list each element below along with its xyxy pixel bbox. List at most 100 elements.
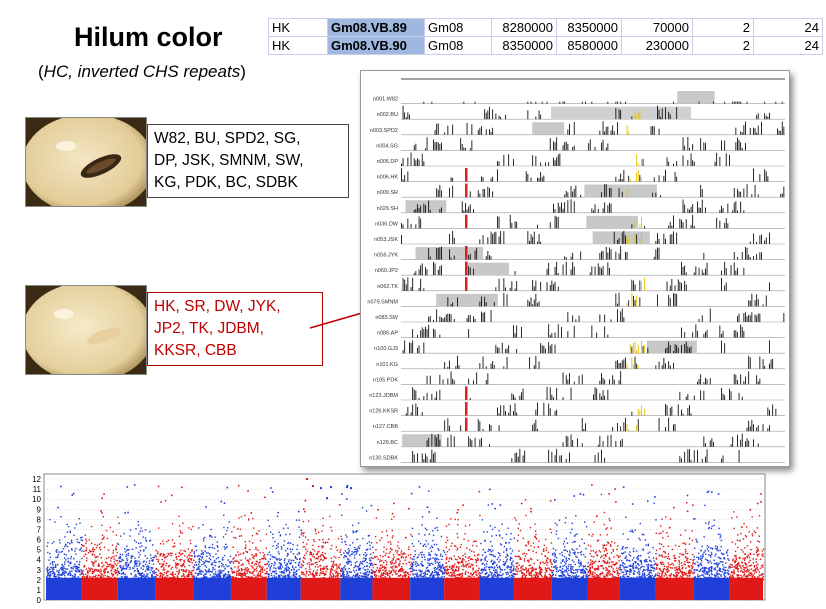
y-tick-label: 1 [37,586,42,595]
red-hilum-line-list: HK, SR, DW, JYK, JP2, TK, JDBM, KKSR, CB… [147,292,323,366]
seed-dark-hilum-image [25,117,147,207]
table-cell-len: 230000 [621,36,693,55]
track-row: n004.SG [376,136,785,151]
track-row: n062.TK [377,277,785,292]
track-row: n100.GJ3 [374,340,785,354]
chromosome-block [230,577,267,600]
y-tick-label: 2 [37,576,42,585]
variant-marker [465,386,468,400]
red-list-line: JP2, TK, JDBM, [154,320,264,337]
track-row: n083.SW [375,308,785,323]
chromosome-block [444,577,480,600]
track-label: n123.JDBM [369,393,398,399]
track-label: n001.W82 [373,97,398,103]
track-label: n129.BC [377,440,398,446]
track-row: n006.HK [377,168,785,182]
table-cell-n2: 24 [753,36,823,55]
track-row: n123.JDBM [369,386,785,401]
y-tick-label: 11 [33,485,42,494]
track-row: n003.SPD2 [370,121,785,136]
track-label: n053.JSK [374,237,398,243]
track-label: n004.SG [376,143,398,149]
table-cell-chr: Gm08 [424,18,492,37]
chromosome-block [410,577,445,600]
track-label: n079.SMNM [367,299,398,305]
table-cell-id: Gm08.VB.89 [327,18,425,37]
table-cell-id: Gm08.VB.90 [327,36,425,55]
track-row: n001.W82 [373,91,785,104]
variant-marker [465,246,468,260]
track-row: n129.BC [377,433,785,448]
chromosome-block [155,577,194,600]
page-subtitle: (HC, inverted CHS repeats) [38,62,246,82]
table-cell-chr: Gm08 [424,36,492,55]
table-row: HK Gm08.VB.89 Gm08 8280000 8350000 70000 2 24 [268,18,823,37]
chromosome-block [300,577,341,600]
y-tick-label: 6 [37,536,42,545]
track-row: n053.JSK [374,230,785,245]
peak-point [306,478,308,481]
red-list-line: HK, SR, DW, JYK, [154,298,281,315]
track-label: n130.SDBK [369,455,398,461]
track-row: n101.KG [376,355,785,370]
track-row: n130.SDBK [369,448,785,463]
chromosome-block [693,577,730,600]
track-label: n005.DP [377,159,399,165]
track-label: n009.SR [377,190,398,196]
track-row: n126.KKSR [369,402,785,416]
peak-point [350,487,352,490]
variant-marker [465,214,468,229]
black-list-line: DP, JSK, SMNM, SW, [154,152,304,169]
coverage-tracks: n001.W82 n002.BU n003.SPD2 n004.SG n005.DP n0… [367,78,785,463]
chromosome-block [655,577,694,600]
y-tick-label: 5 [37,546,42,555]
table-cell-end: 8580000 [556,36,622,55]
track-row: n009.SR [377,183,785,198]
track-row: n060.JP2 [375,261,785,276]
track-label: n029.SH [377,206,398,212]
chromosome-block [117,577,156,600]
subtitle-italic: HC, inverted CHS repeats [43,62,241,81]
variant-marker [465,277,468,291]
track-label: n126.KKSR [369,409,398,415]
track-row: n105.PDK [373,371,785,385]
track-label: n060.JP2 [375,268,398,274]
black-list-line: KG, PDK, BC, SDBK [154,174,298,191]
track-label: n083.SW [375,315,398,321]
manhattan-plot: 0123456789101112 [32,473,766,605]
page-title: Hilum color [74,22,223,52]
track-label: n036.DW [375,221,399,227]
y-tick-label: 12 [32,475,41,484]
table-cell-n2: 24 [753,18,823,37]
track-row: n029.SH [377,199,785,214]
black-list-line: W82, BU, SPD2, SG, [154,130,301,147]
chromosome-block [372,577,411,600]
genome-browser-panel: n001.W82 n002.BU n003.SPD2 n004.SG n005.DP n0… [360,70,790,467]
track-row: n086.AP [377,324,785,338]
track-label: n127.CBB [373,424,398,430]
red-list-line: KKSR, CBB [154,342,237,359]
track-row: n079.SMNM [367,292,785,307]
variant-marker [465,183,468,198]
peak-point [312,485,314,488]
y-tick-label: 8 [37,515,42,524]
track-row: n036.DW [375,214,785,229]
peak-point [346,486,348,489]
chromosome-block [340,577,373,600]
track-label: n105.PDK [373,377,398,383]
chromosome-block [266,577,301,600]
y-tick-label: 3 [37,566,42,575]
variant-marker [465,417,468,432]
table-cell-start: 8350000 [491,36,557,55]
track-row: n005.DP [377,152,785,167]
subtitle-suffix: ) [240,62,246,81]
variant-marker [465,261,468,276]
y-tick-label: 10 [32,495,41,504]
variant-table: HK Gm08.VB.89 Gm08 8280000 8350000 70000 2 24 HK… [268,18,823,55]
peak-point [320,487,322,490]
y-tick-label: 7 [37,525,42,534]
track-label: n056.JYK [374,253,398,259]
variant-marker [465,168,468,182]
table-cell-start: 8280000 [491,18,557,37]
chromosome-block [46,577,82,600]
